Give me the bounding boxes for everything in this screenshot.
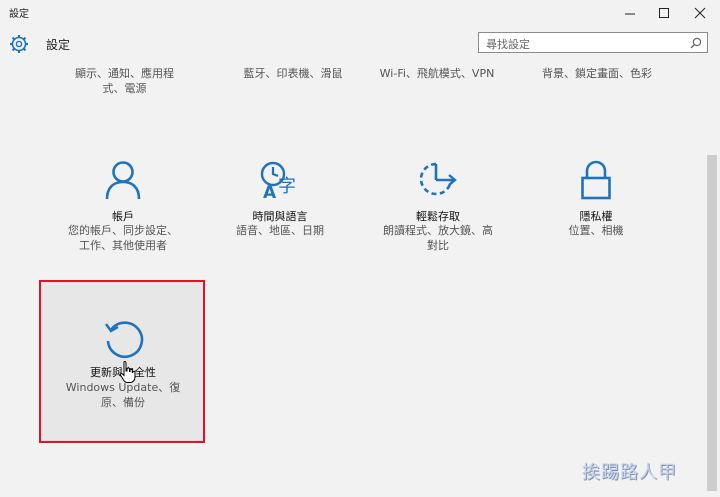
close-icon (694, 7, 706, 18)
maximize-icon (659, 7, 669, 18)
personalization-desc-line1: 背景、鎖定畫面、色彩 (542, 67, 652, 80)
tile-ease-of-access-desc-line2: 對比 (427, 239, 449, 252)
search-icon[interactable] (690, 37, 702, 49)
personalization-tile-desc[interactable]: 背景、鎖定畫面、色彩 (522, 66, 672, 81)
tile-accounts-desc-line2: 工作、其他使用者 (79, 239, 167, 252)
tile-privacy-name: 隱私權 (579, 210, 613, 223)
window-title: 設定 (9, 9, 29, 20)
title-bar: 設定 (0, 0, 720, 25)
hand-cursor-icon (119, 360, 136, 383)
maximize-button[interactable] (646, 0, 682, 25)
watermark-text: 挨踢路人甲 (582, 462, 677, 483)
network-desc-line1: Wi-Fi、飛航模式、VPN (379, 67, 495, 80)
lock-icon (581, 160, 611, 200)
system-tile-desc[interactable]: 顯示、通知、應用程 式、電源 (52, 66, 197, 96)
svg-text:A: A (263, 183, 277, 200)
tile-update-security-desc: Windows Update、復 原、備份 (48, 380, 198, 410)
svg-text:字: 字 (278, 176, 296, 197)
tile-update-security[interactable]: 更新與安全性 Windows Update、復 原、備份 (39, 280, 205, 443)
tile-update-security-desc-line2: 原、備份 (101, 396, 145, 409)
devices-tile-desc[interactable]: 藍牙、印表機、滑鼠 (218, 66, 368, 81)
time-language-icon: A 字 (260, 161, 296, 200)
page-title: 設定 (46, 38, 71, 52)
tile-accounts-desc-line1: 您的帳戶、同步設定、 (68, 224, 178, 237)
tile-time-language-desc-line1: 語音、地區、日期 (236, 224, 324, 237)
ease-of-access-icon (419, 162, 457, 196)
tile-time-language-desc: 語音、地區、日期 (205, 223, 355, 238)
system-desc-line2: 式、電源 (102, 82, 147, 95)
devices-desc-line1: 藍牙、印表機、滑鼠 (243, 67, 343, 80)
minimize-icon (625, 13, 635, 14)
refresh-icon (105, 321, 144, 358)
tile-accounts-name: 帳戶 (112, 210, 134, 223)
system-desc-line1: 顯示、通知、應用程 (75, 67, 174, 80)
tile-ease-of-access-desc: 朗讀程式、放大鏡、高 對比 (363, 223, 513, 253)
gear-icon (10, 35, 28, 53)
close-button[interactable] (682, 0, 718, 25)
tile-ease-of-access-desc-line1: 朗讀程式、放大鏡、高 (383, 224, 493, 237)
search-placeholder: 尋找設定 (486, 38, 530, 51)
tile-ease-of-access-name: 輕鬆存取 (416, 210, 460, 223)
tile-privacy-desc: 位置、相機 (521, 223, 671, 238)
network-tile-desc[interactable]: Wi-Fi、飛航模式、VPN (362, 66, 512, 81)
tile-time-language-name: 時間與語言 (252, 210, 308, 223)
search-input[interactable]: 尋找設定 (478, 32, 708, 53)
scrollbar[interactable] (707, 155, 717, 491)
minimize-button[interactable] (612, 0, 648, 25)
tile-privacy-desc-line1: 位置、相機 (568, 224, 624, 237)
tile-accounts-desc: 您的帳戶、同步設定、 工作、其他使用者 (48, 223, 198, 253)
person-icon (105, 161, 141, 200)
